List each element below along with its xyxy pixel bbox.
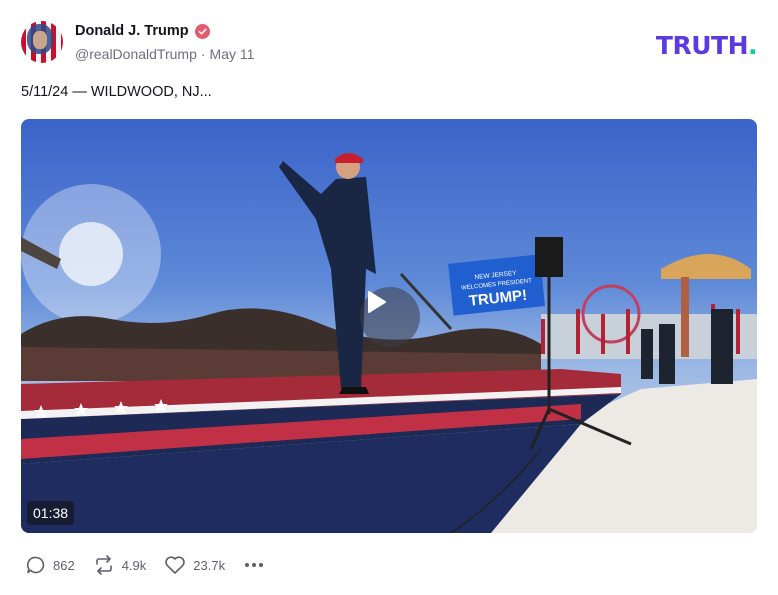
reply-count: 862 [53, 557, 75, 573]
post-date[interactable]: May 11 [210, 46, 255, 62]
reply-button[interactable]: 862 [26, 555, 75, 575]
more-icon[interactable] [245, 563, 264, 567]
author-row: Donald J. Trump [75, 23, 210, 39]
retruth-icon [95, 555, 112, 575]
author-handle[interactable]: @realDonaldTrump [75, 46, 197, 62]
separator: · [200, 46, 206, 62]
author-name[interactable]: Donald J. Trump [75, 23, 189, 39]
more-dot [259, 563, 264, 567]
avatar-face [33, 31, 47, 49]
like-button[interactable]: 23.7k [164, 555, 225, 575]
logo-text: TRUTH [655, 31, 749, 60]
play-button[interactable] [360, 287, 420, 347]
like-count: 23.7k [193, 557, 226, 573]
logo-dot: . [748, 31, 758, 60]
post-text: 5/11/24 — WILDWOOD, NJ... [21, 84, 212, 100]
more-dot [252, 563, 257, 567]
video-player[interactable]: NEW JERSEY WELCOMES PRESIDENT TRUMP! 01:… [21, 119, 757, 533]
handle-row: @realDonaldTrump · May 11 [75, 46, 254, 62]
play-icon [368, 291, 386, 313]
retruth-button[interactable]: 4.9k [93, 555, 147, 575]
more-dot [245, 563, 250, 567]
post-header: Donald J. Trump @realDonaldTrump · May 1… [21, 21, 758, 65]
verified-badge-icon [194, 23, 210, 39]
post-actions: 862 4.9k 23.7k [26, 554, 264, 576]
reply-icon [26, 556, 45, 574]
heart-icon [165, 556, 186, 574]
retruth-count: 4.9k [121, 557, 147, 573]
avatar[interactable] [21, 21, 63, 63]
truth-logo[interactable]: TRUTH. [655, 31, 758, 60]
video-duration: 01:38 [27, 501, 75, 525]
